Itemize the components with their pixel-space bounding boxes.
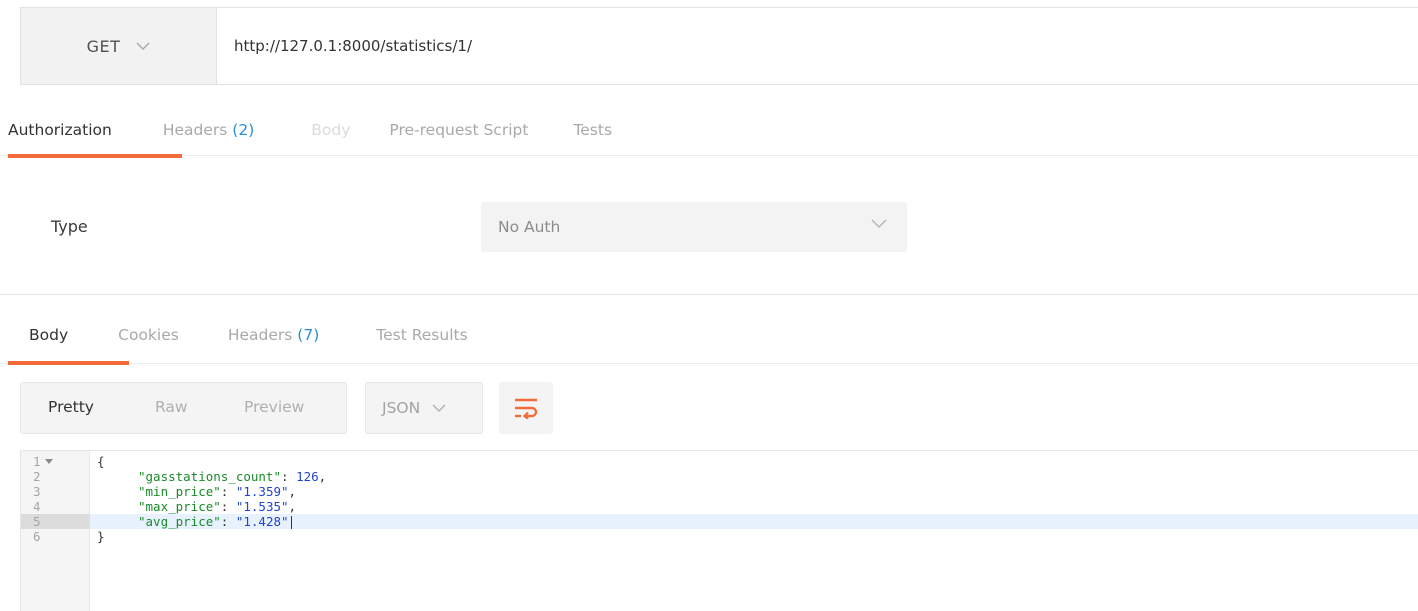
language-value: JSON xyxy=(382,399,421,417)
json-value: "1.428" xyxy=(235,514,289,529)
tab-authorization[interactable]: Authorization xyxy=(8,116,182,158)
mode-preview-button[interactable]: Preview xyxy=(244,398,304,416)
json-key: "gasstations_count" xyxy=(138,469,281,484)
code-line: 1 { xyxy=(21,454,1418,469)
tab-body[interactable]: Body xyxy=(311,116,350,156)
tab-pre-request-script[interactable]: Pre-request Script xyxy=(389,116,528,156)
json-comma: , xyxy=(318,469,327,484)
tab-test-results[interactable]: Test Results xyxy=(376,322,467,364)
tab-test-results-label: Test Results xyxy=(376,326,468,344)
tab-response-body[interactable]: Body xyxy=(8,322,129,365)
active-tab-indicator xyxy=(8,361,129,365)
tab-headers[interactable]: Headers (2) xyxy=(163,116,254,156)
chevron-down-icon xyxy=(136,42,150,50)
json-comma: , xyxy=(288,484,297,499)
tab-tests-label: Tests xyxy=(573,121,613,139)
url-input[interactable]: http://127.0.1:8000/statistics/1/ xyxy=(217,8,1418,84)
tab-headers-label: Headers xyxy=(162,121,228,139)
line-number: 5 xyxy=(21,514,90,529)
json-close-brace: } xyxy=(97,529,105,544)
code-line: 4 "max_price": "1.535", xyxy=(21,499,1418,514)
code-line-current: 5 "avg_price": "1.428" xyxy=(21,514,1418,529)
mode-pretty-button[interactable]: Pretty xyxy=(48,398,94,416)
tab-response-headers-label: Headers xyxy=(227,326,293,344)
text-cursor xyxy=(290,516,292,529)
tab-body-label: Body xyxy=(311,121,351,139)
wrap-lines-button[interactable] xyxy=(499,382,553,434)
auth-type-label: Type xyxy=(51,217,88,236)
response-tabs: Body Cookies Headers (7) Test Results xyxy=(0,322,1418,365)
mode-raw-button[interactable]: Raw xyxy=(155,398,188,416)
tab-pre-request-label: Pre-request Script xyxy=(389,121,529,139)
code-line: 6 } xyxy=(21,529,1418,544)
line-number: 4 xyxy=(33,499,41,514)
code-line: 3 "min_price": "1.359", xyxy=(21,484,1418,499)
request-tabs: Authorization Headers (2) Body Pre-reque… xyxy=(0,116,1418,158)
json-value: "1.359" xyxy=(235,484,289,499)
format-mode-group: Pretty Raw Preview xyxy=(20,382,347,434)
tab-authorization-label: Authorization xyxy=(8,121,112,139)
auth-type-value: No Auth xyxy=(498,218,561,236)
language-select[interactable]: JSON xyxy=(365,382,483,434)
authorization-panel: Type No Auth xyxy=(0,157,1418,295)
line-number: 2 xyxy=(33,469,41,484)
tab-cookies[interactable]: Cookies xyxy=(118,322,179,364)
json-comma: , xyxy=(288,499,297,514)
json-value: "1.535" xyxy=(235,499,289,514)
tab-response-body-label: Body xyxy=(29,326,69,344)
method-label: GET xyxy=(86,36,121,56)
url-text: http://127.0.1:8000/statistics/1/ xyxy=(234,37,473,55)
json-open-brace: { xyxy=(97,454,105,469)
json-key: "avg_price" xyxy=(138,514,221,529)
tab-response-headers-count: (7) xyxy=(297,326,320,344)
fold-arrow-icon[interactable] xyxy=(45,459,53,465)
tab-response-headers[interactable]: Headers (7) xyxy=(228,322,319,364)
tab-tests[interactable]: Tests xyxy=(573,116,612,156)
wrap-lines-icon xyxy=(515,398,538,419)
line-number: 6 xyxy=(33,529,41,544)
tab-headers-count: (2) xyxy=(232,121,255,139)
line-number: 3 xyxy=(33,484,41,499)
json-key: "max_price" xyxy=(138,499,221,514)
chevron-down-icon xyxy=(432,404,446,412)
chevron-down-icon xyxy=(871,219,887,228)
json-key: "min_price" xyxy=(138,484,221,499)
response-body-editor[interactable]: 1 { 2 "gasstations_count": 126, 3 "min_p… xyxy=(20,450,1418,611)
line-number: 1 xyxy=(33,454,41,469)
auth-type-select[interactable]: No Auth xyxy=(481,202,907,252)
json-value: 126 xyxy=(296,469,319,484)
method-select[interactable]: GET xyxy=(21,8,217,84)
request-bar: GET http://127.0.1:8000/statistics/1/ xyxy=(20,7,1418,85)
code-line: 2 "gasstations_count": 126, xyxy=(21,469,1418,484)
tab-cookies-label: Cookies xyxy=(118,326,179,344)
